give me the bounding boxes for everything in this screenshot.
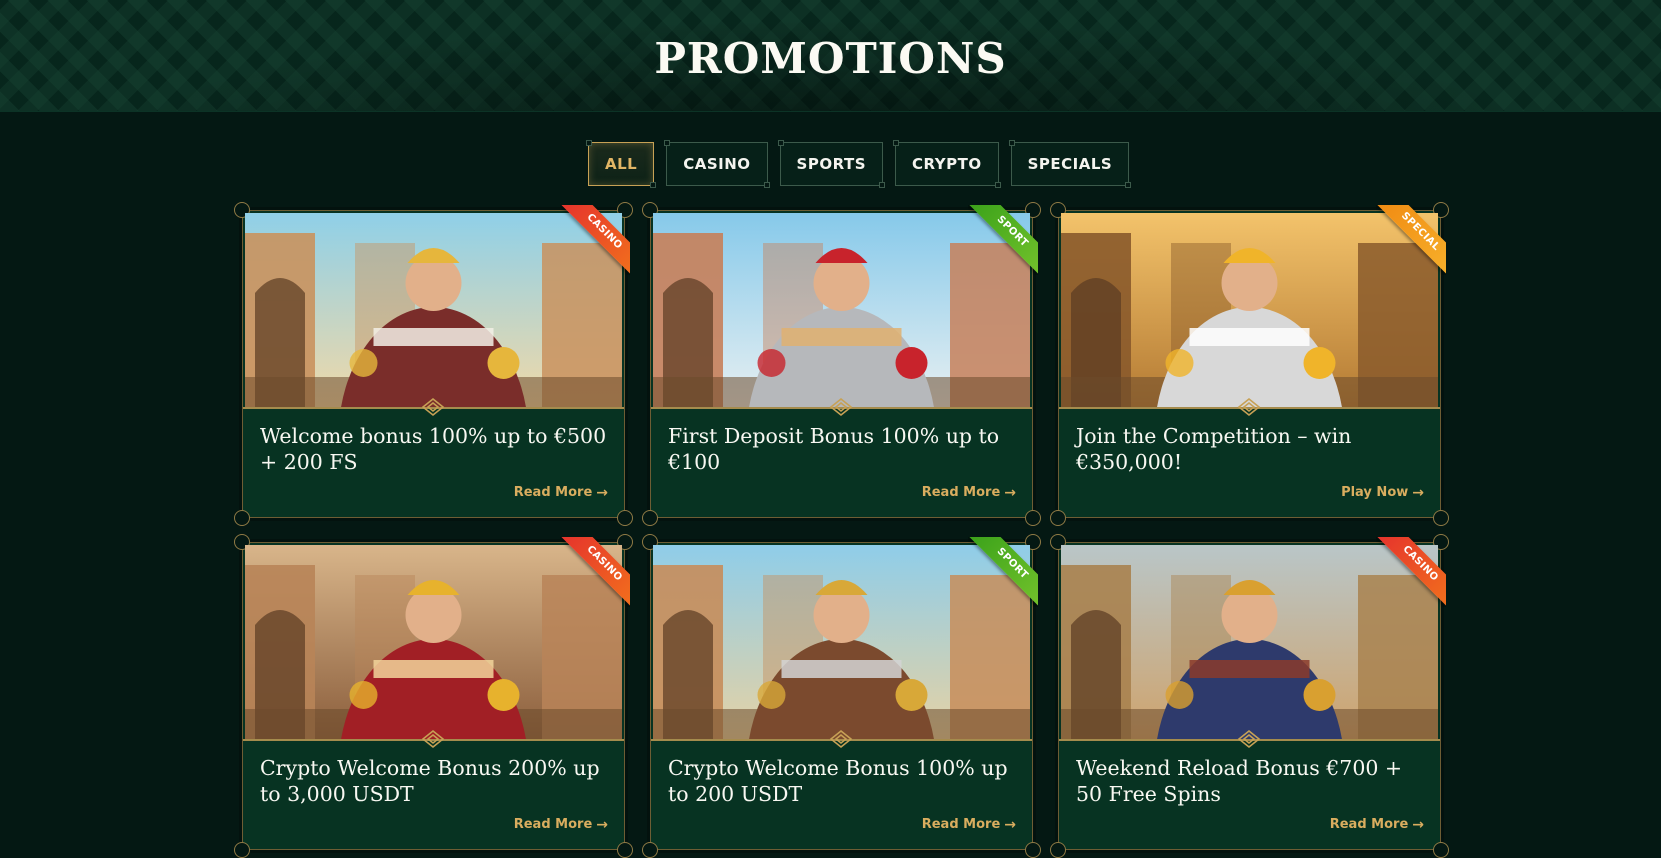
celtic-knot-icon [421,729,445,749]
celtic-knot-icon [1237,397,1261,417]
arrow-right-icon: → [1004,484,1016,501]
promotion-card[interactable]: SPORT Crypto Welcome Bonus 100% up to 20… [642,534,1041,858]
promotion-title: Welcome bonus 100% up to €500 + 200 FS [260,424,607,474]
promotion-title: Crypto Welcome Bonus 100% up to 200 USDT [668,756,1008,806]
promotion-title: Weekend Reload Bonus €700 + 50 Free Spin… [1076,756,1403,806]
celtic-knot-icon [1237,729,1261,749]
play-now-link[interactable]: Play Now → [1341,485,1424,500]
celtic-knot-icon [829,729,853,749]
category-ribbon: SPORT [968,537,1038,607]
arrow-right-icon: → [1412,816,1424,833]
filter-casino[interactable]: CASINO [664,140,770,188]
promotion-title: First Deposit Bonus 100% up to €100 [668,424,1000,474]
arrow-right-icon: → [596,484,608,501]
category-ribbon: CASINO [1376,537,1446,607]
promotion-card[interactable]: SPECIAL Join the Competition – win €350,… [1050,202,1449,526]
page-title: PROMOTIONS [654,34,1007,83]
arrow-right-icon: → [1412,484,1424,501]
category-ribbon: SPORT [968,205,1038,275]
promotions-grid: CASINO Welcome bonus 100% up to €500 + 2… [234,202,1449,858]
cta-label: Read More [513,485,593,500]
read-more-link[interactable]: Read More → [922,817,1016,832]
filter-crypto[interactable]: CRYPTO [893,140,1001,188]
category-ribbon: CASINO [560,537,630,607]
filter-all[interactable]: ALL [585,140,657,188]
cta-label: Play Now [1341,485,1409,500]
read-more-link[interactable]: Read More → [514,817,608,832]
arrow-right-icon: → [1004,816,1016,833]
promotion-card[interactable]: CASINO Weekend Reload Bonus €700 + 50 Fr… [1050,534,1449,858]
read-more-link[interactable]: Read More → [514,485,608,500]
promotion-card[interactable]: SPORT First Deposit Bonus 100% up to €10… [642,202,1041,526]
cta-label: Read More [513,817,593,832]
filter-specials[interactable]: SPECIALS [1008,140,1131,188]
category-ribbon: CASINO [560,205,630,275]
category-ribbon: SPECIAL [1376,205,1446,275]
arrow-right-icon: → [596,816,608,833]
promotion-card[interactable]: CASINO Crypto Welcome Bonus 200% up to 3… [234,534,633,858]
promotion-title: Crypto Welcome Bonus 200% up to 3,000 US… [260,756,600,806]
read-more-link[interactable]: Read More → [1330,817,1424,832]
celtic-knot-icon [421,397,445,417]
promotion-card[interactable]: CASINO Welcome bonus 100% up to €500 + 2… [234,202,633,526]
read-more-link[interactable]: Read More → [922,485,1016,500]
cta-label: Read More [921,817,1001,832]
cta-label: Read More [921,485,1001,500]
promotion-filter-bar: ALL CASINO SPORTS CRYPTO SPECIALS [585,140,1131,188]
cta-label: Read More [1329,817,1409,832]
celtic-knot-icon [829,397,853,417]
promotion-title: Join the Competition – win €350,000! [1076,424,1352,474]
filter-sports[interactable]: SPORTS [777,140,886,188]
